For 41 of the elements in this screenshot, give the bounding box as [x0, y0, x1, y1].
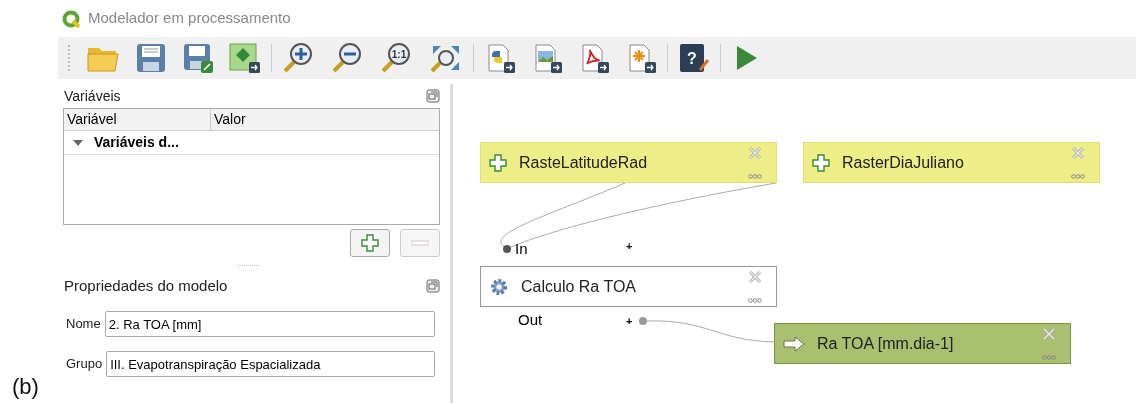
panel-title: Propriedades do modelo	[64, 275, 228, 296]
model-node[interactable]: Ra TOA [mm.dia-1]	[774, 323, 1071, 364]
panel-title: Variáveis	[64, 86, 121, 106]
text-field[interactable]: III. Evapotranspiração Espacializada	[106, 351, 435, 377]
plus-icon	[361, 234, 379, 252]
more-icon[interactable]	[748, 174, 762, 179]
more-icon[interactable]	[748, 298, 762, 303]
node-label: Ra TOA [mm.dia-1]	[817, 333, 954, 354]
node-label: Calculo Ra TOA	[521, 276, 636, 297]
map-export-icon[interactable]	[229, 42, 261, 74]
port-label: In	[515, 239, 528, 259]
gear-icon	[489, 276, 509, 297]
node-label: RasteLatitudeRad	[519, 152, 648, 173]
add-variable-button[interactable]	[350, 229, 390, 257]
window-title: Modelador em processamento	[88, 8, 291, 29]
tree-item[interactable]: Variáveis d...	[94, 132, 179, 153]
field-label: Grupo	[66, 355, 103, 374]
plus-icon	[812, 153, 830, 172]
port-label: Out	[518, 310, 543, 330]
port-toggle[interactable]: +	[626, 314, 633, 328]
port-toggle[interactable]: +	[626, 239, 633, 253]
minus-icon	[411, 240, 429, 246]
plus-icon	[489, 153, 507, 172]
text-field[interactable]: 2. Ra TOA [mm]	[104, 311, 435, 337]
arrow-icon	[783, 335, 805, 352]
model-canvas[interactable]: RasteLatitudeRad RasterDiaJuliano In + Calculo Ra TOA Out + Ra TOA [mm.dia-1]	[450, 84, 1136, 403]
figure-label: (b)	[12, 373, 39, 401]
undock-icon[interactable]	[426, 89, 440, 103]
collapse-arrow-icon[interactable]	[72, 137, 84, 148]
column-header[interactable]: Variável	[64, 109, 211, 130]
model-node[interactable]: RasteLatitudeRad	[480, 142, 777, 183]
app-logo-icon	[62, 9, 82, 28]
node-label: RasterDiaJuliano	[842, 152, 964, 173]
floppy-pencil-icon[interactable]	[182, 42, 214, 74]
field-label: Nome	[66, 315, 101, 334]
more-icon[interactable]	[1071, 174, 1085, 179]
column-header[interactable]: Valor	[211, 109, 439, 130]
undock-icon[interactable]	[426, 279, 440, 293]
model-node[interactable]: Calculo Ra TOA	[480, 266, 777, 307]
model-node[interactable]: RasterDiaJuliano	[803, 142, 1100, 183]
remove-icon[interactable]	[1042, 327, 1056, 341]
